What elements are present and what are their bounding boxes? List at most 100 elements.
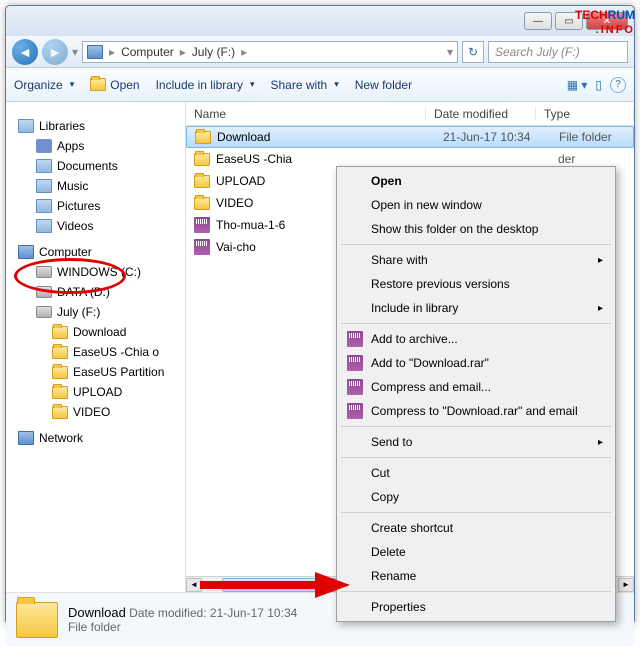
col-name[interactable]: Name <box>186 107 426 121</box>
search-input[interactable]: Search July (F:) <box>488 41 628 63</box>
ctx-include-library[interactable]: Include in library <box>339 296 613 320</box>
help-icon[interactable]: ? <box>610 77 626 93</box>
include-library-button[interactable]: Include in library <box>156 78 255 92</box>
ctx-create-shortcut[interactable]: Create shortcut <box>339 516 613 540</box>
music-icon <box>36 179 52 193</box>
folder-icon <box>195 131 211 144</box>
ctx-separator <box>341 323 611 324</box>
forward-button[interactable]: ► <box>42 39 68 65</box>
nav-dropdown-icon[interactable]: ▾ <box>72 45 78 59</box>
refresh-button[interactable]: ↻ <box>462 41 484 63</box>
tree-documents[interactable]: Documents <box>10 156 181 176</box>
rar-icon <box>347 355 363 371</box>
folder-icon <box>52 366 68 379</box>
tree-computer[interactable]: Computer <box>10 242 181 262</box>
tree-music[interactable]: Music <box>10 176 181 196</box>
open-button[interactable]: Open <box>90 78 139 92</box>
back-button[interactable]: ◄ <box>12 39 38 65</box>
context-menu: Open Open in new window Show this folder… <box>336 166 616 622</box>
file-row-download[interactable]: Download21-Jun-17 10:34File folder <box>186 126 634 148</box>
scroll-right-button[interactable]: ► <box>618 578 634 592</box>
tree-apps[interactable]: Apps <box>10 136 181 156</box>
computer-icon <box>18 245 34 259</box>
ctx-open-new-window[interactable]: Open in new window <box>339 193 613 217</box>
close-button[interactable]: ✕ <box>586 12 628 30</box>
breadcrumb-sep: ▸ <box>109 45 115 59</box>
preview-pane-icon[interactable]: ▯ <box>595 78 602 92</box>
folder-icon <box>194 153 210 166</box>
address-bar[interactable]: ▸ Computer ▸ July (F:) ▸ ▾ <box>82 41 458 63</box>
address-dropdown-icon[interactable]: ▾ <box>447 45 453 59</box>
ctx-copy[interactable]: Copy <box>339 485 613 509</box>
ctx-open[interactable]: Open <box>339 169 613 193</box>
tree-july-video[interactable]: VIDEO <box>10 402 181 422</box>
toolbar: Organize Open Include in library Share w… <box>6 68 634 102</box>
ctx-properties[interactable]: Properties <box>339 595 613 619</box>
status-name: Download <box>68 605 126 620</box>
maximize-button[interactable]: ▭ <box>555 12 583 30</box>
status-date-label: Date modified: <box>129 606 206 620</box>
ctx-add-archive[interactable]: Add to archive... <box>339 327 613 351</box>
tree-libraries[interactable]: Libraries <box>10 116 181 136</box>
ctx-show-desktop[interactable]: Show this folder on the desktop <box>339 217 613 241</box>
network-icon <box>18 431 34 445</box>
ctx-compress-rar-email[interactable]: Compress to "Download.rar" and email <box>339 399 613 423</box>
folder-preview-icon <box>16 602 58 638</box>
scroll-left-button[interactable]: ◄ <box>186 578 202 592</box>
share-with-button[interactable]: Share with <box>271 78 339 92</box>
tree-drive-f[interactable]: July (F:) <box>10 302 181 322</box>
tree-july-easeus1[interactable]: EaseUS -Chia o <box>10 342 181 362</box>
col-date[interactable]: Date modified <box>426 107 536 121</box>
rar-icon <box>194 239 210 255</box>
ctx-compress-email[interactable]: Compress and email... <box>339 375 613 399</box>
ctx-cut[interactable]: Cut <box>339 461 613 485</box>
ctx-separator <box>341 426 611 427</box>
computer-icon <box>87 45 103 59</box>
folder-icon <box>194 197 210 210</box>
col-type[interactable]: Type <box>536 107 634 121</box>
ctx-separator <box>341 244 611 245</box>
tree-videos[interactable]: Videos <box>10 216 181 236</box>
tree-drive-c[interactable]: WINDOWS (C:) <box>10 262 181 282</box>
rar-icon <box>194 217 210 233</box>
breadcrumb-sep: ▸ <box>241 45 247 59</box>
rar-icon <box>347 379 363 395</box>
tree-drive-d[interactable]: DATA (D:) <box>10 282 181 302</box>
folder-icon <box>52 346 68 359</box>
new-folder-button[interactable]: New folder <box>355 78 412 92</box>
status-date: 21-Jun-17 10:34 <box>210 606 297 620</box>
tree-network[interactable]: Network <box>10 428 181 448</box>
ctx-delete[interactable]: Delete <box>339 540 613 564</box>
view-icon[interactable]: ▦ ▾ <box>567 78 588 92</box>
videos-icon <box>36 219 52 233</box>
scroll-thumb[interactable] <box>222 578 342 592</box>
tree-pictures[interactable]: Pictures <box>10 196 181 216</box>
minimize-button[interactable]: — <box>524 12 552 30</box>
ctx-send-to[interactable]: Send to <box>339 430 613 454</box>
tree-july-upload[interactable]: UPLOAD <box>10 382 181 402</box>
drive-icon <box>36 266 52 278</box>
ctx-rename[interactable]: Rename <box>339 564 613 588</box>
nav-bar: ◄ ► ▾ ▸ Computer ▸ July (F:) ▸ ▾ ↻ Searc… <box>6 36 634 68</box>
ctx-add-rar[interactable]: Add to "Download.rar" <box>339 351 613 375</box>
ctx-separator <box>341 457 611 458</box>
breadcrumb-sep: ▸ <box>180 45 186 59</box>
titlebar: — ▭ ✕ <box>6 6 634 36</box>
folder-icon <box>90 78 106 91</box>
ctx-separator <box>341 512 611 513</box>
ctx-restore[interactable]: Restore previous versions <box>339 272 613 296</box>
pictures-icon <box>36 199 52 213</box>
breadcrumb-drive[interactable]: July (F:) <box>192 45 235 59</box>
column-headers[interactable]: Name Date modified Type <box>186 102 634 126</box>
breadcrumb-computer[interactable]: Computer <box>121 45 174 59</box>
tree-july-download[interactable]: Download <box>10 322 181 342</box>
ctx-share-with[interactable]: Share with <box>339 248 613 272</box>
organize-button[interactable]: Organize <box>14 78 74 92</box>
rar-icon <box>347 403 363 419</box>
drive-icon <box>36 306 52 318</box>
tree-july-easeus2[interactable]: EaseUS Partition <box>10 362 181 382</box>
nav-tree: Libraries Apps Documents Music Pictures … <box>6 102 186 592</box>
explorer-window: — ▭ ✕ ◄ ► ▾ ▸ Computer ▸ July (F:) ▸ ▾ ↻… <box>5 5 635 625</box>
folder-icon <box>52 406 68 419</box>
apps-icon <box>36 139 52 153</box>
